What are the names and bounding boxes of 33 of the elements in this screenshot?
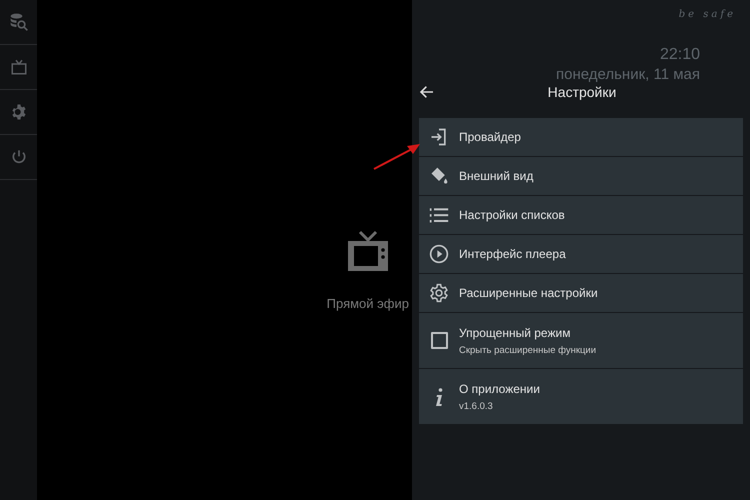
settings-item[interactable]: Внешний вид [419, 157, 743, 195]
settings-item[interactable]: Провайдер [419, 118, 743, 156]
database-search-icon [8, 12, 28, 32]
item-label: Провайдер [459, 130, 521, 144]
checkbox[interactable] [430, 332, 448, 349]
item-subtitle: v1.6.0.3 [459, 400, 494, 412]
item-label: Внешний вид [459, 169, 534, 183]
clock-date: понедельник, 11 мая [556, 66, 700, 83]
item-label: О приложении [459, 382, 540, 396]
annotation-arrow [372, 141, 422, 171]
settings-item[interactable]: Расширенные настройки [419, 274, 743, 312]
item-label: Интерфейс плеера [459, 247, 566, 261]
live-tv-label: Прямой эфир [326, 296, 409, 310]
motto-text: be safe [678, 9, 736, 20]
item-label: Настройки списков [459, 208, 565, 222]
power-icon [10, 149, 26, 165]
item-subtitle: Скрыть расширенные функции [459, 344, 596, 356]
settings-icon [429, 283, 449, 303]
tv-icon [10, 58, 28, 76]
settings-title: Настройки [548, 84, 616, 100]
checkbox-row[interactable]: Упрощенный режим Скрыть расширенные функции [419, 313, 743, 368]
back-icon[interactable] [419, 84, 435, 100]
settings-item[interactable]: О приложении v1.6.0.3 [419, 369, 743, 424]
clock-time: 22:10 [660, 46, 700, 64]
paint-bucket-icon [429, 166, 449, 186]
info-icon [434, 386, 444, 406]
settings-item[interactable]: Настройки списков [419, 196, 743, 234]
settings-icon [10, 103, 28, 121]
settings-item[interactable]: Интерфейс плеера [419, 235, 743, 273]
checkbox-label: Упрощенный режим [459, 326, 572, 340]
play-circle-icon [429, 244, 449, 264]
item-label: Расширенные настройки [459, 286, 598, 300]
tv-icon [346, 230, 390, 272]
